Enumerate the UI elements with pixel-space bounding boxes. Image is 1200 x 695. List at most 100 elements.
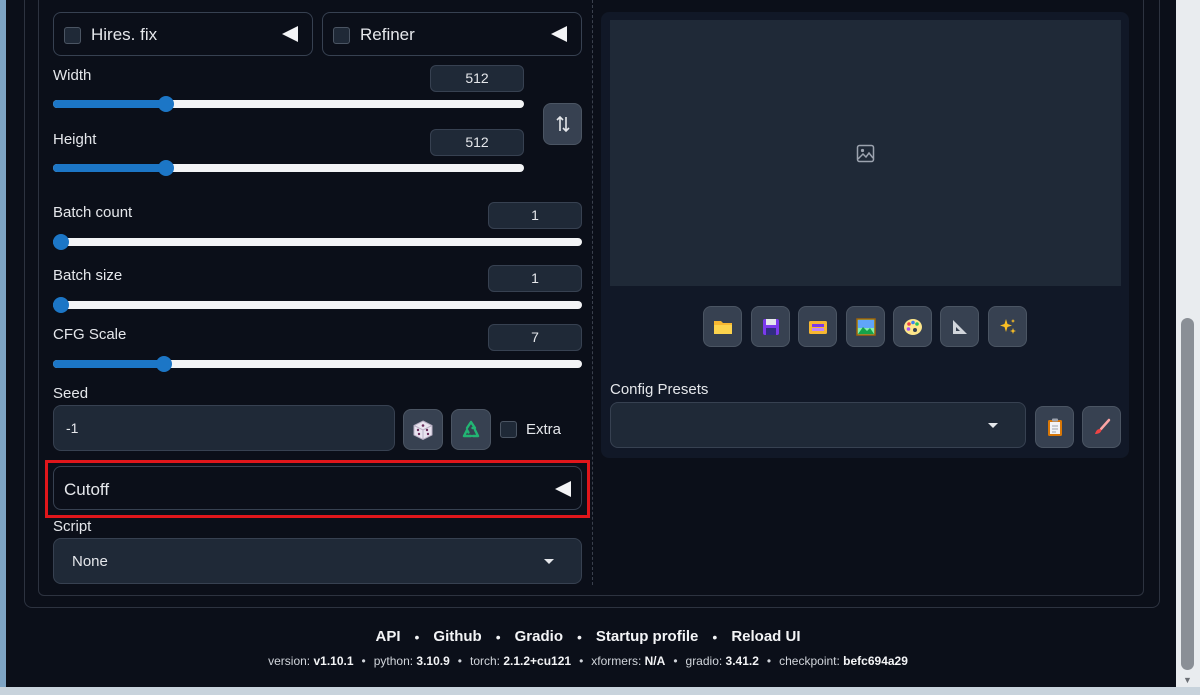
open-folder-button[interactable] — [703, 306, 742, 347]
config-presets-dropdown[interactable] — [610, 402, 1026, 448]
footer-link-github[interactable]: Github — [433, 628, 481, 645]
cfg-scale-label: CFG Scale — [53, 326, 127, 343]
cfg-scale-slider-thumb[interactable] — [155, 356, 172, 372]
footer-link-gradio[interactable]: Gradio — [515, 628, 563, 645]
cutoff-accordion[interactable]: Cutoff — [53, 466, 582, 510]
batch-size-slider[interactable] — [53, 297, 582, 313]
cfg-scale-slider[interactable] — [53, 356, 582, 372]
script-dropdown[interactable]: None — [53, 538, 582, 584]
version-item: version: v1.10.1 — [268, 654, 353, 668]
window-edge — [0, 0, 6, 695]
scrollbar-thumb[interactable] — [1181, 318, 1194, 670]
seed-input[interactable]: -1 — [53, 405, 395, 451]
refiner-label: Refiner — [360, 25, 415, 44]
footer-separator: • — [576, 628, 582, 645]
send-to-inpaint-button[interactable] — [893, 306, 932, 347]
batch-count-label: Batch count — [53, 204, 133, 221]
width-label: Width — [53, 67, 92, 84]
cfg-scale-input[interactable]: 7 — [488, 324, 582, 351]
footer-versions: version: v1.10.1 • python: 3.10.9 • torch: 2… — [0, 654, 1176, 668]
chevron-down-icon — [988, 423, 998, 428]
batch-count-slider-thumb[interactable] — [53, 234, 69, 250]
scroll-down-arrow-icon[interactable]: ▼ — [1181, 675, 1194, 685]
version-value: N/A — [644, 654, 666, 668]
hires-fix-checkbox[interactable] — [64, 27, 81, 44]
script-label: Script — [53, 518, 92, 535]
save-preset-button[interactable] — [1035, 406, 1074, 448]
version-value: befc694a29 — [843, 654, 908, 668]
config-presets-label: Config Presets — [610, 381, 709, 398]
generate-extra-button[interactable] — [988, 306, 1027, 347]
footer-separator: • — [414, 628, 420, 645]
version-item: python: 3.10.9 — [374, 654, 450, 668]
version-value: v1.10.1 — [313, 654, 354, 668]
version-item: torch: 2.1.2+cu121 — [470, 654, 571, 668]
version-separator: • — [579, 654, 584, 668]
folder-icon — [713, 320, 732, 334]
save-icon — [762, 318, 779, 335]
batch-count-input[interactable]: 1 — [488, 202, 582, 229]
collapse-triangle-icon[interactable] — [551, 26, 567, 42]
footer-link-startup-profile[interactable]: Startup profile — [596, 628, 699, 645]
extra-seed-checkbox[interactable] — [500, 421, 517, 438]
width-slider-fill — [53, 100, 166, 108]
seed-value: -1 — [66, 420, 79, 436]
send-to-img2img-button[interactable] — [846, 306, 885, 347]
width-input[interactable]: 512 — [430, 65, 524, 92]
hires-fix-accordion[interactable]: Hires. fix — [53, 12, 313, 56]
version-key: checkpoint: — [779, 654, 844, 668]
height-slider[interactable] — [53, 160, 524, 176]
image-output-area[interactable] — [610, 20, 1121, 286]
refiner-accordion[interactable]: Refiner — [322, 12, 582, 56]
collapse-triangle-icon[interactable] — [282, 26, 298, 42]
version-separator: • — [361, 654, 366, 668]
cfg-scale-slider-fill — [53, 360, 164, 368]
version-key: xformers: — [591, 654, 645, 668]
image-placeholder-icon — [856, 144, 875, 163]
paintbrush-icon — [1094, 418, 1110, 434]
clipboard-icon — [1047, 418, 1062, 436]
version-separator: • — [673, 654, 678, 668]
dice-icon — [413, 419, 433, 440]
footer-links: API • Github • Gradio • Startup profile • Reload… — [0, 628, 1176, 645]
image-icon — [855, 317, 876, 336]
footer-separator: • — [495, 628, 501, 645]
collapse-triangle-icon[interactable] — [555, 481, 571, 497]
batch-count-slider[interactable] — [53, 234, 582, 250]
footer-link-api[interactable]: API — [375, 628, 400, 645]
width-slider[interactable] — [53, 96, 524, 112]
width-slider-thumb[interactable] — [157, 96, 174, 112]
seed-label: Seed — [53, 385, 89, 402]
save-button[interactable] — [751, 306, 790, 347]
batch-size-label: Batch size — [53, 267, 123, 284]
random-seed-button[interactable] — [403, 409, 443, 450]
zip-button[interactable] — [798, 306, 837, 347]
version-value: 3.41.2 — [725, 654, 759, 668]
height-label: Height — [53, 131, 97, 148]
reuse-seed-button[interactable] — [451, 409, 491, 450]
script-selected-value: None — [72, 553, 108, 570]
swap-dimensions-button[interactable] — [543, 103, 582, 145]
height-input[interactable]: 512 — [430, 129, 524, 156]
edit-preset-button[interactable] — [1082, 406, 1121, 448]
taskbar-edge — [0, 687, 1200, 695]
version-value: 2.1.2+cu121 — [503, 654, 572, 668]
column-divider — [592, 0, 593, 585]
batch-size-input[interactable]: 1 — [488, 265, 582, 292]
cutoff-label: Cutoff — [64, 480, 110, 499]
batch-size-slider-thumb[interactable] — [53, 297, 69, 313]
version-key: version: — [268, 654, 314, 668]
refiner-checkbox[interactable] — [333, 27, 350, 44]
chevron-down-icon — [544, 559, 554, 564]
hires-fix-label: Hires. fix — [91, 25, 158, 44]
sparkles-icon — [999, 318, 1016, 334]
send-to-extras-button[interactable] — [940, 306, 979, 347]
recycle-icon — [462, 420, 480, 437]
footer-link-reload-ui[interactable]: Reload UI — [731, 628, 800, 645]
version-key: gradio: — [685, 654, 726, 668]
version-item: gradio: 3.41.2 — [686, 654, 759, 668]
version-value: 3.10.9 — [416, 654, 450, 668]
height-slider-thumb[interactable] — [157, 160, 174, 176]
height-slider-fill — [53, 164, 166, 172]
triangle-ruler-icon — [952, 319, 967, 334]
